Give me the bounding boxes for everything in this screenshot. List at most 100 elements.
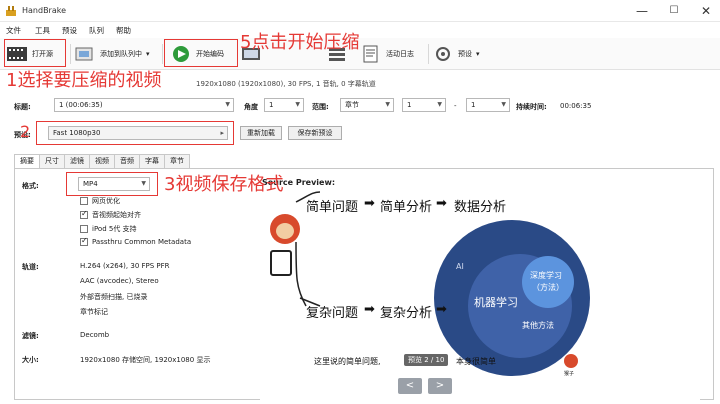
annotation-start-encode: 5点击开始压缩 <box>240 32 360 53</box>
annotation-format: 3视频保存格式 <box>164 174 284 195</box>
range-dash: - <box>454 102 457 110</box>
range-type-select[interactable]: 章节 ▼ <box>340 98 394 112</box>
presets-icon <box>436 47 450 61</box>
presets-label: 预设 <box>458 50 472 58</box>
preview-prev-button[interactable]: < <box>398 378 422 394</box>
checkbox-box <box>80 209 88 219</box>
add-to-queue-dropdown-icon[interactable]: ▾ <box>146 50 150 58</box>
checkbox-box <box>80 236 88 246</box>
range-type-value: 章节 <box>345 101 359 109</box>
presets-button[interactable]: 预设 ▾ <box>432 42 480 66</box>
range-end-value: 1 <box>471 101 476 109</box>
angle-label: 角度 <box>244 103 258 111</box>
complex-problem-text: 复杂问题 <box>306 306 359 321</box>
annotation-preset-highlight <box>36 121 234 145</box>
tab-dimensions[interactable]: 尺寸 <box>39 154 65 168</box>
arrow-icon: ➡ <box>436 196 447 211</box>
annotation-select-video: 1选择要压缩的视频 <box>6 70 162 91</box>
menu-queue[interactable]: 队列 <box>89 25 104 36</box>
web-optimized-label: 网页优化 <box>92 197 120 205</box>
ipod-support-label: iPod 5代 支持 <box>92 225 137 233</box>
caption-right: 本身很简单 <box>456 357 496 366</box>
arrow-icon: ➡ <box>436 302 447 317</box>
passthru-metadata-label: Passthru Common Metadata <box>92 238 192 246</box>
track-item: 章节标记 <box>80 308 108 316</box>
preview-next-button[interactable]: > <box>428 378 452 394</box>
tab-subtitles[interactable]: 字幕 <box>139 154 165 168</box>
ml-label: 机器学习 <box>474 296 518 309</box>
size-label: 大小: <box>22 356 39 364</box>
add-queue-icon <box>75 47 93 61</box>
toolbar-divider <box>162 44 163 64</box>
simple-problem-text: 简单问题 <box>306 200 359 215</box>
menu-tools[interactable]: 工具 <box>35 25 50 36</box>
chevron-down-icon: ▼ <box>437 101 442 108</box>
close-button[interactable]: ✕ <box>692 3 720 19</box>
menu-bar: 文件 工具 预设 队列 帮助 <box>0 22 720 38</box>
add-to-queue-button[interactable]: 添加到队列中 ▾ <box>74 42 150 66</box>
annotation-format-highlight <box>66 172 158 196</box>
title-label: 标题: <box>14 103 31 111</box>
presets-dropdown-icon[interactable]: ▾ <box>476 50 480 58</box>
title-bar: HandBrake — ☐ ✕ <box>0 0 720 22</box>
align-av-checkbox[interactable]: 音视频起始对齐 <box>80 209 141 220</box>
angle-select[interactable]: 1 ▼ <box>264 98 304 112</box>
tab-audio[interactable]: 音频 <box>114 154 140 168</box>
ipod-support-checkbox[interactable]: iPod 5代 支持 <box>80 224 137 234</box>
preview-counter-badge: 预览 2 / 10 <box>404 354 449 366</box>
size-value: 1920x1080 存储空间, 1920x1080 显示 <box>80 356 211 364</box>
tab-chapters[interactable]: 章节 <box>164 154 190 168</box>
title-select[interactable]: 1 (00:06:35) ▼ <box>54 98 234 112</box>
tab-video[interactable]: 视频 <box>89 154 115 168</box>
dl-sublabel: （方法） <box>532 283 564 292</box>
filters-label: 滤镜: <box>22 332 39 340</box>
toolbar: 打开源 添加到队列中 ▾ 开始编码 活动日志 预设 ▾ <box>0 38 720 70</box>
save-new-preset-button[interactable]: 保存新预设 <box>288 126 342 140</box>
menu-presets[interactable]: 预设 <box>62 25 77 36</box>
passthru-metadata-checkbox[interactable]: Passthru Common Metadata <box>80 236 192 246</box>
reload-preset-button[interactable]: 重新加载 <box>240 126 282 140</box>
monkey-mascot-icon <box>270 214 300 244</box>
web-optimized-checkbox[interactable]: 网页优化 <box>80 196 120 206</box>
maximize-button[interactable]: ☐ <box>660 3 688 19</box>
title-select-value: 1 (00:06:35) <box>59 101 103 109</box>
tab-summary[interactable]: 摘要 <box>14 154 40 169</box>
annotation-open-source-highlight <box>4 39 66 67</box>
data-analysis-text: 数据分析 <box>454 200 507 215</box>
dl-label: 深度学习 <box>530 271 562 280</box>
angle-select-value: 1 <box>269 101 274 109</box>
source-info: 1920x1080 (1920x1080), 30 FPS, 1 音轨, 0 字… <box>196 80 376 88</box>
settings-tabs: 摘要 尺寸 滤镜 视频 音频 字幕 章节 <box>14 154 190 169</box>
activity-log-button[interactable]: 活动日志 <box>360 42 414 66</box>
menu-help[interactable]: 帮助 <box>116 25 131 36</box>
format-label: 格式: <box>22 182 39 190</box>
chevron-down-icon: ▼ <box>225 101 230 108</box>
minimize-button[interactable]: — <box>628 3 656 19</box>
chevron-down-icon: ▼ <box>385 101 390 108</box>
track-item: H.264 (x264), 30 FPS PFR <box>80 262 170 270</box>
checkbox-box <box>80 197 88 205</box>
range-end-select[interactable]: 1 ▼ <box>466 98 510 112</box>
arrow-icon: ➡ <box>364 302 375 317</box>
chevron-down-icon: ▼ <box>295 101 300 108</box>
tab-filters[interactable]: 滤镜 <box>64 154 90 168</box>
ai-label: AI <box>456 262 464 271</box>
handbrake-logo-icon <box>6 6 16 16</box>
running-figure-icon <box>270 250 292 276</box>
complex-analysis-text: 复杂分析 <box>380 306 433 321</box>
annotation-preset: 2 <box>20 122 31 141</box>
activity-log-label: 活动日志 <box>386 50 414 58</box>
activity-log-icon <box>363 45 378 63</box>
tracks-label: 轨道: <box>22 263 39 271</box>
mascot-label: 猴子 <box>564 371 575 377</box>
caption-left: 这里说的简单问题, <box>314 357 381 366</box>
duration-label: 持续时间: <box>516 103 547 111</box>
simple-analysis-text: 简单分析 <box>380 200 433 215</box>
chevron-down-icon: ▼ <box>501 101 506 108</box>
annotation-start-encode-highlight <box>164 39 238 67</box>
monkey-logo-icon <box>564 354 578 368</box>
range-start-select[interactable]: 1 ▼ <box>402 98 446 112</box>
duration-value: 00:06:35 <box>560 102 592 110</box>
track-item: 外部音频扫描, 已烧录 <box>80 293 148 301</box>
menu-file[interactable]: 文件 <box>6 25 21 36</box>
